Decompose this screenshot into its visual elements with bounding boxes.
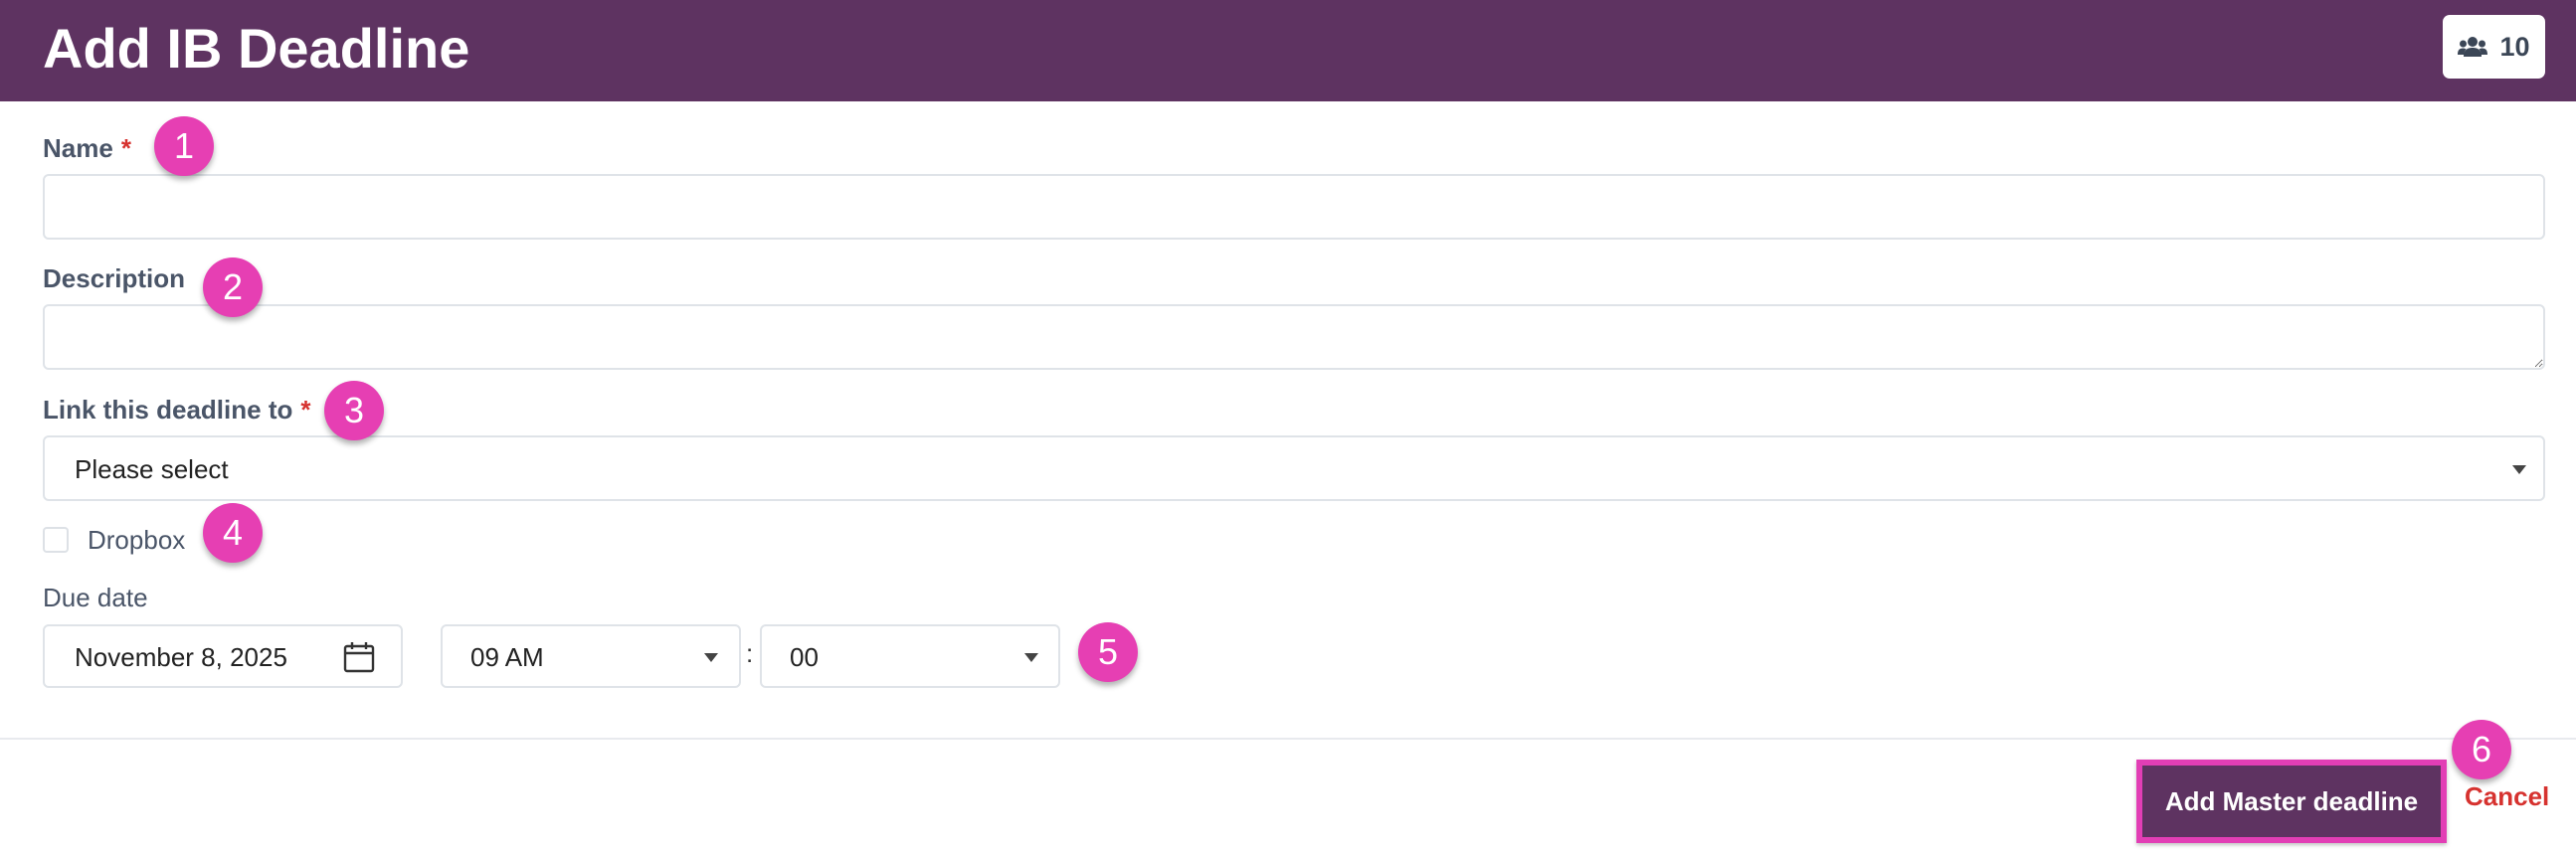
- annotation-marker-5: 5: [1078, 622, 1138, 682]
- link-deadline-select[interactable]: Please select: [43, 435, 2545, 501]
- minute-select[interactable]: 00: [760, 624, 1060, 688]
- name-input[interactable]: [43, 174, 2545, 240]
- page-title: Add IB Deadline: [43, 17, 470, 80]
- link-deadline-label-text: Link this deadline to: [43, 395, 293, 425]
- due-date-label: Due date: [43, 583, 148, 612]
- hour-value: 09 AM: [470, 642, 544, 672]
- description-textarea[interactable]: [43, 304, 2545, 370]
- chevron-down-icon: [1024, 653, 1038, 662]
- link-deadline-label: Link this deadline to *: [43, 395, 310, 426]
- due-date-value: November 8, 2025: [75, 642, 287, 672]
- minute-value: 00: [790, 642, 819, 672]
- calendar-icon: [343, 642, 375, 673]
- page-header: Add IB Deadline 10: [0, 0, 2576, 101]
- name-label-text: Name: [43, 133, 113, 163]
- dropbox-checkbox[interactable]: [43, 527, 69, 553]
- description-label: Description: [43, 263, 186, 293]
- annotation-marker-2: 2: [203, 257, 263, 317]
- form-divider: [0, 738, 2576, 740]
- link-deadline-selected-value: Please select: [75, 454, 229, 484]
- name-label: Name *: [43, 133, 131, 164]
- chevron-down-icon: [704, 653, 718, 662]
- due-date-input[interactable]: November 8, 2025: [43, 624, 403, 688]
- chevron-down-icon: [2512, 465, 2526, 474]
- annotation-marker-4: 4: [203, 503, 263, 563]
- annotation-marker-6: 6: [2452, 720, 2511, 779]
- add-master-deadline-button[interactable]: Add Master deadline: [2136, 760, 2447, 843]
- link-required-mark: *: [300, 395, 311, 425]
- annotation-marker-1: 1: [154, 116, 214, 176]
- annotation-marker-3: 3: [324, 381, 384, 440]
- time-separator: :: [746, 638, 754, 668]
- member-count-value: 10: [2499, 31, 2530, 62]
- hour-select[interactable]: 09 AM: [441, 624, 741, 688]
- users-icon: [2458, 37, 2488, 57]
- dropbox-label: Dropbox: [88, 525, 186, 555]
- member-count-button[interactable]: 10: [2443, 15, 2545, 79]
- name-required-mark: *: [120, 133, 131, 163]
- cancel-link[interactable]: Cancel: [2465, 781, 2549, 812]
